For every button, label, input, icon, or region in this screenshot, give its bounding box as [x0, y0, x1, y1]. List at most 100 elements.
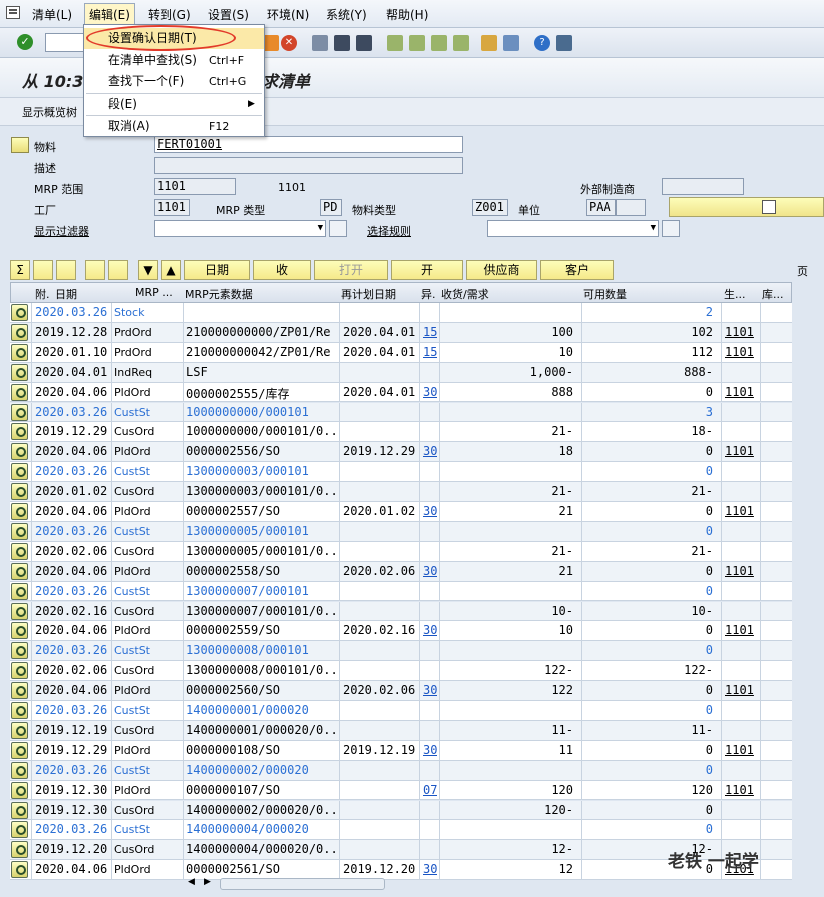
cell-exc[interactable]: 30 [423, 862, 437, 876]
table-row[interactable]: 2020.03.26 CustSt 1300000008/000101 0 [10, 641, 792, 662]
edit-header-button[interactable] [669, 197, 824, 217]
menu-cancel[interactable]: 取消(A) F12 [84, 116, 264, 137]
cell-prod[interactable]: 1101 [725, 444, 757, 458]
col-production[interactable]: 生... [724, 286, 746, 302]
show-overview-tree-button[interactable]: 显示概览树 [22, 104, 77, 120]
date-button[interactable]: 日期 [184, 260, 250, 280]
pencil-icon[interactable] [56, 260, 76, 280]
col-reschedule-date[interactable]: 再计划日期 [341, 286, 396, 302]
table-row[interactable]: 2020.03.26 Stock 2 [10, 303, 792, 323]
table-row[interactable]: 2020.04.06 PldOrd 0000002555/库存 2020.04.01 3… [10, 382, 792, 403]
col-storage[interactable]: 库... [762, 286, 784, 302]
filter-detail-icon[interactable] [329, 220, 347, 237]
row-detail-icon[interactable] [11, 562, 28, 580]
table-row[interactable]: 2020.04.06 PldOrd 0000002559/SO 2020.02.16 3… [10, 621, 792, 642]
row-detail-icon[interactable] [11, 463, 28, 481]
find-next-icon[interactable] [356, 35, 372, 51]
table-row[interactable]: 2020.04.06 PldOrd 0000002557/SO 2020.01.02 3… [10, 502, 792, 522]
selection-rule-label[interactable]: 选择规则 [367, 223, 411, 239]
menu-settings[interactable]: 设置(S) [208, 6, 249, 23]
sort-down-icon[interactable]: ▼ [138, 260, 158, 280]
scroll-thumb[interactable] [220, 878, 385, 890]
row-detail-icon[interactable] [11, 821, 28, 839]
col-date[interactable]: 日期 [55, 286, 77, 302]
table-row[interactable]: 2020.03.26 CustSt 1300000003/000101 0 [10, 462, 792, 483]
display-filter-select[interactable]: ▼ [154, 220, 326, 237]
material-detail-icon[interactable] [11, 137, 29, 153]
menu-help[interactable]: 帮助(H) [386, 6, 428, 23]
row-detail-icon[interactable] [11, 642, 28, 660]
row-detail-icon[interactable] [11, 383, 28, 401]
table-row[interactable]: 2020.03.26 CustSt 1400000004/000020 0 [10, 820, 792, 841]
row-detail-icon[interactable] [11, 662, 28, 680]
horizontal-scrollbar[interactable]: ◀ ▶ [186, 877, 386, 891]
row-detail-icon[interactable] [11, 542, 28, 560]
row-detail-icon[interactable] [11, 781, 28, 799]
table-row[interactable]: 2019.12.28 PrdOrd 210000000000/ZP01/Re 2020… [10, 322, 792, 343]
row-detail-icon[interactable] [11, 403, 28, 421]
table-row[interactable]: 2020.02.06 CusOrd 1300000005/000101/0... 21… [10, 541, 792, 562]
last-page-icon[interactable] [453, 35, 469, 51]
cell-exc[interactable]: 15 [423, 345, 437, 359]
table-row[interactable]: 2019.12.29 PldOrd 0000000108/SO 2019.12.19 3… [10, 740, 792, 761]
cell-prod[interactable]: 1101 [725, 783, 757, 797]
cell-exc[interactable]: 30 [423, 683, 437, 697]
row-detail-icon[interactable] [11, 304, 28, 321]
cell-prod[interactable]: 1101 [725, 683, 757, 697]
row-detail-icon[interactable] [11, 423, 28, 441]
table-row[interactable]: 2020.03.26 CustSt 1400000002/000020 0 [10, 760, 792, 781]
table-row[interactable]: 2020.04.06 PldOrd 0000002558/SO 2020.02.06 3… [10, 561, 792, 582]
col-mrp-data[interactable]: MRP元素数据 [185, 286, 253, 302]
table-row[interactable]: 2019.12.19 CusOrd 1400000001/000020/0... 11… [10, 720, 792, 741]
cell-prod[interactable]: 1101 [725, 385, 757, 399]
row-detail-icon[interactable] [11, 522, 28, 540]
help-icon[interactable]: ? [534, 35, 550, 51]
selection-rule-select[interactable]: ▼ [487, 220, 659, 237]
col-exception[interactable]: 异. [421, 286, 436, 302]
system-menu-icon[interactable] [6, 6, 20, 19]
material-field[interactable]: FERT01001 [154, 136, 463, 153]
cancel-icon[interactable] [263, 35, 279, 51]
vendor-button[interactable]: 供应商 [466, 260, 537, 280]
menu-find-next[interactable]: 查找下一个(F) Ctrl+G [84, 71, 264, 92]
first-page-icon[interactable] [387, 35, 403, 51]
row-detail-icon[interactable] [11, 861, 28, 879]
table-row[interactable]: 2020.03.26 CustSt 1400000001/000020 0 [10, 701, 792, 721]
cell-exc[interactable]: 30 [423, 564, 437, 578]
col-mrp-element[interactable]: MRP ... [135, 286, 173, 299]
menu-system[interactable]: 系统(Y) [326, 6, 367, 23]
row-detail-icon[interactable] [11, 443, 28, 461]
expand-icon[interactable] [85, 260, 105, 280]
col-receipt-requirement[interactable]: 收货/需求 [441, 286, 489, 302]
table-row[interactable]: 2020.03.26 CustSt 1000000000/000101 3 [10, 402, 792, 423]
shortcut-icon[interactable] [503, 35, 519, 51]
cell-prod[interactable]: 1101 [725, 743, 757, 757]
receipt-button[interactable]: 收 [253, 260, 311, 280]
group-icon[interactable] [33, 260, 53, 280]
find-icon[interactable] [334, 35, 350, 51]
table-row[interactable]: 2020.02.16 CusOrd 1300000007/000101/0... 10… [10, 601, 792, 622]
table-row[interactable]: 2020.01.02 CusOrd 1300000003/000101/0... 21… [10, 482, 792, 502]
menu-set-confirm-date[interactable]: 设置确认日期(T) [84, 28, 264, 49]
table-row[interactable]: 2020.01.10 PrdOrd 210000000042/ZP01/Re 2020… [10, 342, 792, 363]
customer-button[interactable]: 客户 [540, 260, 614, 280]
collapse-icon[interactable] [108, 260, 128, 280]
menu-find-in-list[interactable]: 在清单中查找(S) Ctrl+F [84, 50, 264, 71]
table-row[interactable]: 2019.12.30 CusOrd 1400000002/000020/0... 12… [10, 800, 792, 821]
cell-exc[interactable]: 15 [423, 325, 437, 339]
cell-prod[interactable]: 1101 [725, 623, 757, 637]
cell-prod[interactable]: 1101 [725, 345, 757, 359]
cell-exc[interactable]: 30 [423, 504, 437, 518]
table-row[interactable]: 2020.03.26 CustSt 1300000007/000101 0 [10, 581, 792, 602]
table-row[interactable]: 2019.12.29 CusOrd 1000000000/000101/0... 21… [10, 422, 792, 443]
row-detail-icon[interactable] [11, 343, 28, 361]
cell-exc[interactable]: 30 [423, 623, 437, 637]
table-row[interactable]: 2019.12.30 PldOrd 0000000107/SO 07 120 120 110… [10, 780, 792, 801]
menu-goto[interactable]: 转到(G) [148, 6, 191, 23]
row-detail-icon[interactable] [11, 602, 28, 620]
enter-check-icon[interactable]: ✓ [17, 34, 33, 50]
table-row[interactable]: 2020.02.06 CusOrd 1300000008/000101/0... 12… [10, 661, 792, 682]
display-filter-label[interactable]: 显示过滤器 [34, 223, 89, 239]
col-available-qty[interactable]: 可用数量 [583, 286, 627, 302]
row-detail-icon[interactable] [11, 801, 28, 819]
